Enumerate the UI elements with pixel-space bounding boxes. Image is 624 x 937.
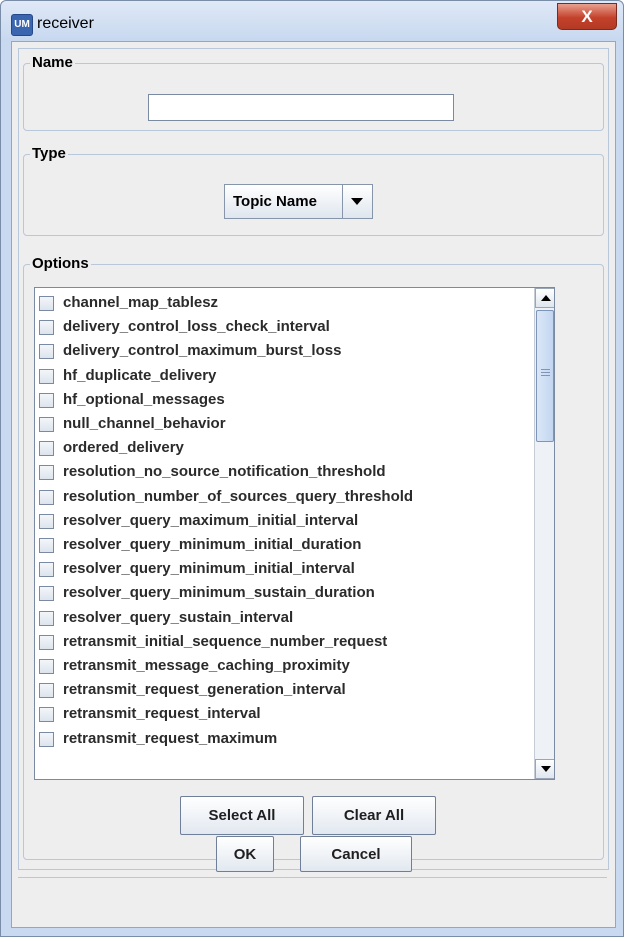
- option-label: delivery_control_loss_check_interval: [63, 318, 330, 336]
- chevron-down-icon: [351, 198, 363, 205]
- scroll-thumb[interactable]: [536, 310, 554, 442]
- close-icon: X: [581, 7, 593, 26]
- option-item[interactable]: resolver_query_sustain_interval: [39, 607, 529, 631]
- option-label: retransmit_request_generation_interval: [63, 681, 346, 699]
- window-title: receiver: [37, 15, 94, 32]
- thumb-grip-line: [541, 375, 550, 376]
- ok-button[interactable]: OK: [216, 836, 274, 872]
- option-item[interactable]: retransmit_request_interval: [39, 703, 529, 727]
- option-item[interactable]: ordered_delivery: [39, 437, 529, 461]
- option-label: resolver_query_maximum_initial_interval: [63, 511, 359, 529]
- type-select-arrow[interactable]: [343, 185, 372, 218]
- close-button[interactable]: X: [557, 3, 617, 30]
- footer-panel: OK Cancel: [18, 836, 607, 922]
- option-checkbox[interactable]: [39, 320, 54, 336]
- option-item[interactable]: resolver_query_maximum_initial_interval: [39, 510, 529, 534]
- option-checkbox[interactable]: [39, 707, 54, 723]
- option-checkbox[interactable]: [39, 731, 54, 747]
- option-label: hf_optional_messages: [63, 390, 225, 408]
- dialog-content: Name Type Topic Name Options channel_map…: [11, 41, 616, 928]
- thumb-grip-line: [541, 372, 550, 373]
- cancel-button[interactable]: Cancel: [300, 836, 412, 872]
- dialog-window: UM receiver X Name Type Topic Name Optio…: [0, 0, 624, 937]
- options-list[interactable]: channel_map_tablesz delivery_control_loss…: [34, 287, 555, 780]
- scroll-up-button[interactable]: [535, 288, 554, 308]
- option-item[interactable]: retransmit_message_caching_proximity: [39, 655, 529, 679]
- app-icon: UM: [11, 14, 33, 36]
- option-item[interactable]: resolution_number_of_sources_query_thres…: [39, 486, 529, 510]
- type-select-value: Topic Name: [233, 193, 317, 210]
- name-field[interactable]: [148, 94, 454, 121]
- option-item[interactable]: resolution_no_source_notification_thresh…: [39, 461, 529, 485]
- option-item[interactable]: retransmit_request_generation_interval: [39, 679, 529, 703]
- option-item[interactable]: resolver_query_minimum_sustain_duration: [39, 582, 529, 606]
- option-item[interactable]: resolver_query_minimum_initial_duration: [39, 534, 529, 558]
- option-label: retransmit_message_caching_proximity: [63, 657, 350, 674]
- option-label: retransmit_request_interval: [63, 705, 261, 723]
- option-item[interactable]: null_channel_behavior: [39, 413, 529, 437]
- option-item[interactable]: hf_duplicate_delivery: [39, 365, 529, 389]
- option-label: resolver_query_minimum_initial_interval: [63, 560, 355, 578]
- option-checkbox[interactable]: [39, 610, 54, 626]
- option-checkbox[interactable]: [39, 562, 54, 578]
- option-label: retransmit_request_maximum: [63, 729, 278, 747]
- option-item[interactable]: resolver_query_minimum_initial_interval: [39, 558, 529, 582]
- option-label: delivery_control_maximum_burst_loss: [63, 342, 342, 360]
- option-checkbox[interactable]: [39, 538, 54, 553]
- option-checkbox[interactable]: [39, 417, 54, 432]
- option-checkbox[interactable]: [39, 683, 54, 699]
- scroll-down-button[interactable]: [535, 759, 554, 779]
- option-checkbox[interactable]: [39, 368, 54, 384]
- option-label: resolver_query_minimum_initial_duration: [63, 536, 362, 553]
- option-label: resolver_query_minimum_sustain_duration: [63, 584, 375, 602]
- arrow-up-icon: [541, 295, 551, 301]
- option-label: retransmit_initial_sequence_number_reque…: [63, 632, 388, 650]
- main-panel: Name Type Topic Name Options channel_map…: [18, 48, 609, 870]
- option-item[interactable]: hf_optional_messages: [39, 389, 529, 413]
- type-group-label: Type: [30, 145, 68, 163]
- option-checkbox[interactable]: [39, 465, 54, 481]
- option-label: resolution_number_of_sources_query_thres…: [63, 487, 414, 505]
- option-item[interactable]: retransmit_initial_sequence_number_reque…: [39, 631, 529, 655]
- name-group: Name: [23, 54, 604, 131]
- option-item[interactable]: channel_map_tablesz: [39, 292, 529, 316]
- arrow-down-icon: [541, 766, 551, 772]
- option-checkbox[interactable]: [39, 634, 54, 650]
- options-group-label: Options: [30, 255, 91, 273]
- option-checkbox[interactable]: [39, 441, 54, 457]
- options-scrollbar[interactable]: [534, 288, 554, 779]
- option-checkbox[interactable]: [39, 513, 54, 529]
- option-checkbox[interactable]: [39, 392, 54, 408]
- name-group-label: Name: [30, 54, 75, 72]
- type-group: Type Topic Name: [23, 145, 604, 236]
- option-label: hf_duplicate_delivery: [63, 366, 217, 384]
- option-item[interactable]: retransmit_request_maximum: [39, 728, 529, 752]
- option-label: resolver_query_sustain_interval: [63, 608, 294, 626]
- type-select[interactable]: Topic Name: [224, 184, 373, 219]
- option-checkbox[interactable]: [39, 489, 54, 505]
- option-label: resolution_no_source_notification_thresh…: [63, 463, 386, 481]
- options-group: Options channel_map_tablesz delivery_cont…: [23, 255, 604, 860]
- option-checkbox[interactable]: [39, 344, 54, 360]
- select-all-button[interactable]: Select All: [180, 796, 304, 835]
- title-bar[interactable]: UM receiver X: [1, 1, 623, 41]
- option-label: channel_map_tablesz: [63, 294, 219, 311]
- option-checkbox[interactable]: [39, 296, 54, 311]
- thumb-grip-line: [541, 369, 550, 370]
- option-checkbox[interactable]: [39, 586, 54, 602]
- clear-all-button[interactable]: Clear All: [312, 796, 436, 835]
- option-item[interactable]: delivery_control_loss_check_interval: [39, 316, 529, 340]
- option-item[interactable]: delivery_control_maximum_burst_loss: [39, 340, 529, 364]
- option-label: ordered_delivery: [63, 439, 184, 457]
- option-label: null_channel_behavior: [63, 415, 226, 432]
- option-checkbox[interactable]: [39, 659, 54, 674]
